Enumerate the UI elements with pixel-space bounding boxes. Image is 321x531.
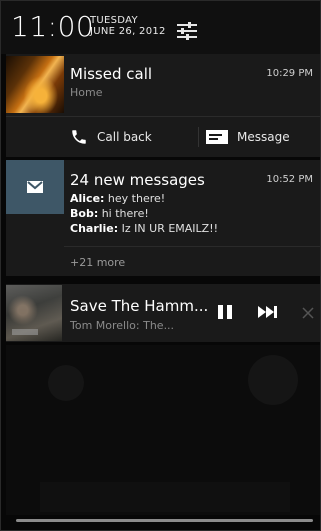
status-header: 11:00 TUESDAY JUNE 26, 2012 xyxy=(0,0,321,54)
pause-button[interactable] xyxy=(216,303,234,325)
more-count: +21 more xyxy=(70,256,126,269)
missed-call-notification[interactable]: Missed call Home 10:29 PM xyxy=(6,54,321,116)
pause-icon xyxy=(218,305,232,319)
action-separator xyxy=(198,127,199,147)
song-title: Save The Hamm... xyxy=(70,297,209,315)
call-back-label: Call back xyxy=(97,130,152,144)
message-icon xyxy=(206,130,228,144)
album-art xyxy=(6,285,62,341)
close-icon xyxy=(302,307,314,319)
background-dock xyxy=(40,482,290,512)
settings-sliders-icon xyxy=(177,22,197,40)
message-text: hi there! xyxy=(98,207,149,220)
music-notification[interactable]: Save The Hamm... Tom Morello: The... xyxy=(6,284,321,342)
day-label: TUESDAY xyxy=(90,15,138,26)
next-track-icon xyxy=(258,306,277,318)
notification-title: Missed call xyxy=(70,65,153,83)
notification-title: 24 new messages xyxy=(70,171,205,189)
contact-photo xyxy=(6,56,64,113)
date-label: JUNE 26, 2012 xyxy=(90,26,166,37)
notification-time: 10:29 PM xyxy=(266,68,313,79)
sender: Charlie: xyxy=(70,222,119,235)
message-preview: Charlie: Iz IN UR EMAILZ!! xyxy=(70,222,218,235)
drag-handle[interactable] xyxy=(16,519,313,522)
message-preview: Alice: hey there! xyxy=(70,192,165,205)
gmail-notification[interactable]: 24 new messages 10:52 PM Alice: hey ther… xyxy=(6,160,321,276)
divider xyxy=(64,246,321,247)
sender: Alice: xyxy=(70,192,105,205)
quick-settings-button[interactable] xyxy=(175,20,199,42)
message-label: Message xyxy=(237,130,290,144)
message-text: Iz IN UR EMAILZ!! xyxy=(118,222,219,235)
next-track-button[interactable] xyxy=(256,303,280,325)
call-back-button[interactable]: Call back xyxy=(70,117,152,157)
message-text: hey there! xyxy=(104,192,166,205)
clock: 11:00 xyxy=(11,10,95,43)
sender: Bob: xyxy=(70,207,99,220)
mail-icon xyxy=(27,181,43,193)
phone-icon xyxy=(72,130,86,144)
artist-name: Tom Morello: The... xyxy=(70,319,175,332)
notification-subtitle: Home xyxy=(70,86,103,99)
gmail-app-tile xyxy=(6,160,64,214)
background-app-icon xyxy=(48,365,84,401)
background-app-icon xyxy=(248,355,298,405)
message-preview: Bob: hi there! xyxy=(70,207,149,220)
dismiss-button[interactable] xyxy=(301,305,315,324)
date-display: TUESDAY JUNE 26, 2012 xyxy=(90,15,166,37)
missed-call-actions: Call back Message xyxy=(6,117,321,157)
message-button[interactable]: Message xyxy=(206,117,290,157)
notification-time: 10:52 PM xyxy=(266,174,313,185)
